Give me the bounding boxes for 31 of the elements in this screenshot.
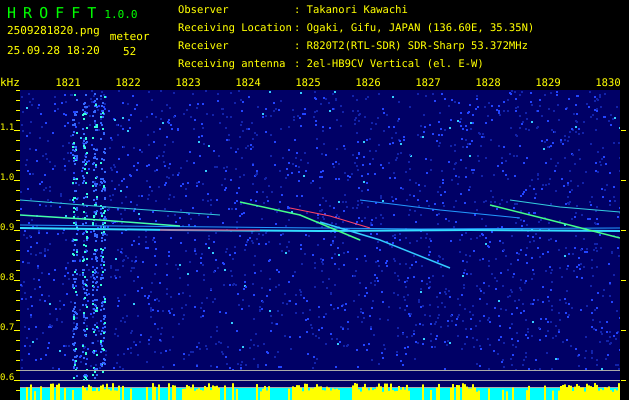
axis-unit: kHz	[0, 76, 20, 89]
x-tick-label: 1830	[595, 77, 621, 89]
app-version: 1.0.0	[104, 8, 138, 21]
x-tick-label: 1824	[235, 77, 261, 89]
y-tick-label: 1.1	[0, 123, 14, 133]
y-tick-label: 0.6	[0, 373, 14, 383]
y-tick-label: 1.0	[0, 173, 14, 183]
x-tick-label: 1827	[415, 77, 441, 89]
info-label: Observer	[178, 4, 230, 18]
x-tick-label: 1829	[535, 77, 561, 89]
info-value: : Ogaki, Gifu, JAPAN (136.60E, 35.35N)	[294, 22, 534, 36]
info-label: Receiver	[178, 40, 230, 54]
meteor-count: 52	[122, 45, 136, 59]
date-time: 25.09.28 18:20	[7, 44, 100, 58]
file-name: 2509281820.png	[7, 24, 100, 38]
x-tick-label: 1825	[295, 77, 321, 89]
x-tick-label: 1823	[175, 77, 201, 89]
y-tick-label: 0.9	[0, 223, 14, 233]
y-tick-label: 0.7	[0, 323, 14, 333]
x-tick-label: 1828	[475, 77, 501, 89]
x-tick-label: 1822	[115, 77, 141, 89]
x-tick-label: 1821	[55, 77, 81, 89]
info-value: : R820T2(RTL-SDR) SDR-Sharp 53.372MHz	[294, 40, 529, 54]
app-title: H R O F F T	[7, 4, 96, 22]
x-tick-label: 1826	[355, 77, 381, 89]
info-label: Receiving antenna	[178, 58, 286, 72]
info-value: : 2el-HB9CV Vertical (el. E-W)	[294, 58, 485, 72]
info-label: Receiving Location	[178, 22, 293, 36]
info-value: : Takanori Kawachi	[294, 4, 409, 18]
y-tick-label: 0.8	[0, 273, 14, 283]
meteor-label: meteor	[110, 30, 150, 44]
